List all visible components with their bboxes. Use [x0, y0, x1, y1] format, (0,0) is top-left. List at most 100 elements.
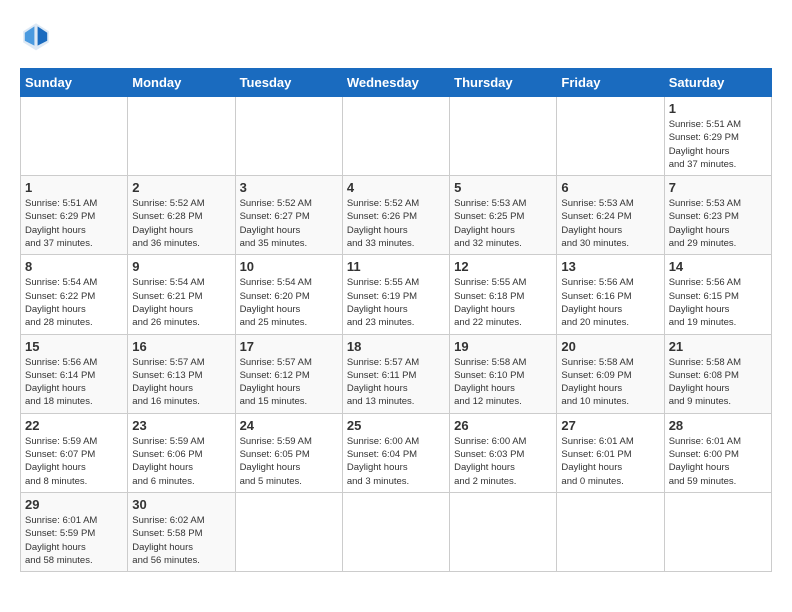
day-number: 22 [25, 418, 123, 433]
calendar-cell [557, 492, 664, 571]
day-info: Sunrise: 5:52 AMSunset: 6:27 PMDaylight … [240, 197, 338, 250]
calendar-cell: 1Sunrise: 5:51 AMSunset: 6:29 PMDaylight… [664, 97, 771, 176]
calendar-week-1: 1Sunrise: 5:51 AMSunset: 6:29 PMDaylight… [21, 97, 772, 176]
calendar-cell: 21Sunrise: 5:58 AMSunset: 6:08 PMDayligh… [664, 334, 771, 413]
day-number: 26 [454, 418, 552, 433]
day-number: 4 [347, 180, 445, 195]
day-info: Sunrise: 5:59 AMSunset: 6:07 PMDaylight … [25, 435, 123, 488]
calendar-cell: 2 Sunrise: 5:52 AMSunset: 6:28 PMDaylight… [128, 176, 235, 255]
day-number: 6 [561, 180, 659, 195]
day-info: Sunrise: 5:58 AMSunset: 6:09 PMDaylight … [561, 356, 659, 409]
day-info: Sunrise: 5:54 AMSunset: 6:22 PMDaylight … [25, 276, 123, 329]
calendar-cell [342, 97, 449, 176]
day-number: 5 [454, 180, 552, 195]
day-info: Sunrise: 5:51 AMSunset: 6:29 PMDaylight … [25, 197, 123, 250]
day-info: Sunrise: 5:53 AMSunset: 6:23 PMDaylight … [669, 197, 767, 250]
day-info: Sunrise: 6:01 AMSunset: 6:00 PMDaylight … [669, 435, 767, 488]
calendar-cell: 19 Sunrise: 5:58 AMSunset: 6:10 PMDayligh… [450, 334, 557, 413]
day-number: 9 [132, 259, 230, 274]
calendar-cell: 1Sunrise: 5:51 AMSunset: 6:29 PMDaylight… [21, 176, 128, 255]
day-number: 29 [25, 497, 123, 512]
day-number: 12 [454, 259, 552, 274]
day-info: Sunrise: 5:55 AMSunset: 6:18 PMDaylight … [454, 276, 552, 329]
calendar-cell: 17Sunrise: 5:57 AMSunset: 6:12 PMDayligh… [235, 334, 342, 413]
day-number: 14 [669, 259, 767, 274]
calendar-cell: 25Sunrise: 6:00 AMSunset: 6:04 PMDayligh… [342, 413, 449, 492]
day-info: Sunrise: 5:51 AMSunset: 6:29 PMDaylight … [669, 118, 767, 171]
calendar-cell [21, 97, 128, 176]
calendar-cell: 12 Sunrise: 5:55 AMSunset: 6:18 PMDayligh… [450, 255, 557, 334]
calendar-cell: 8 Sunrise: 5:54 AMSunset: 6:22 PMDaylight… [21, 255, 128, 334]
calendar-cell: 22 Sunrise: 5:59 AMSunset: 6:07 PMDayligh… [21, 413, 128, 492]
day-info: Sunrise: 5:58 AMSunset: 6:08 PMDaylight … [669, 356, 767, 409]
day-info: Sunrise: 5:52 AMSunset: 6:26 PMDaylight … [347, 197, 445, 250]
calendar-cell: 24Sunrise: 5:59 AMSunset: 6:05 PMDayligh… [235, 413, 342, 492]
calendar-week-5: 22 Sunrise: 5:59 AMSunset: 6:07 PMDayligh… [21, 413, 772, 492]
calendar-week-3: 8 Sunrise: 5:54 AMSunset: 6:22 PMDaylight… [21, 255, 772, 334]
day-info: Sunrise: 6:01 AMSunset: 5:59 PMDaylight … [25, 514, 123, 567]
calendar-cell: 3Sunrise: 5:52 AMSunset: 6:27 PMDaylight… [235, 176, 342, 255]
day-number: 16 [132, 339, 230, 354]
calendar-cell: 30Sunrise: 6:02 AMSunset: 5:58 PMDayligh… [128, 492, 235, 571]
calendar-cell [450, 492, 557, 571]
day-info: Sunrise: 5:56 AMSunset: 6:15 PMDaylight … [669, 276, 767, 329]
col-header-friday: Friday [557, 69, 664, 97]
calendar-cell [128, 97, 235, 176]
col-header-wednesday: Wednesday [342, 69, 449, 97]
day-number: 10 [240, 259, 338, 274]
day-number: 8 [25, 259, 123, 274]
day-number: 25 [347, 418, 445, 433]
calendar-cell [342, 492, 449, 571]
calendar-cell [235, 492, 342, 571]
day-info: Sunrise: 5:53 AMSunset: 6:25 PMDaylight … [454, 197, 552, 250]
calendar-cell: 29 Sunrise: 6:01 AMSunset: 5:59 PMDayligh… [21, 492, 128, 571]
day-info: Sunrise: 5:56 AMSunset: 6:14 PMDaylight … [25, 356, 123, 409]
calendar-cell: 10 Sunrise: 5:54 AMSunset: 6:20 PMDayligh… [235, 255, 342, 334]
day-info: Sunrise: 6:02 AMSunset: 5:58 PMDaylight … [132, 514, 230, 567]
day-number: 11 [347, 259, 445, 274]
day-info: Sunrise: 6:00 AMSunset: 6:03 PMDaylight … [454, 435, 552, 488]
calendar-cell [450, 97, 557, 176]
calendar-cell: 15 Sunrise: 5:56 AMSunset: 6:14 PMDayligh… [21, 334, 128, 413]
calendar-cell: 27 Sunrise: 6:01 AMSunset: 6:01 PMDayligh… [557, 413, 664, 492]
day-info: Sunrise: 6:01 AMSunset: 6:01 PMDaylight … [561, 435, 659, 488]
day-info: Sunrise: 5:55 AMSunset: 6:19 PMDaylight … [347, 276, 445, 329]
calendar-cell [235, 97, 342, 176]
day-number: 19 [454, 339, 552, 354]
calendar-cell: 26 Sunrise: 6:00 AMSunset: 6:03 PMDayligh… [450, 413, 557, 492]
calendar-cell: 16 Sunrise: 5:57 AMSunset: 6:13 PMDayligh… [128, 334, 235, 413]
col-header-saturday: Saturday [664, 69, 771, 97]
calendar-cell: 23Sunrise: 5:59 AMSunset: 6:06 PMDayligh… [128, 413, 235, 492]
calendar-week-6: 29 Sunrise: 6:01 AMSunset: 5:59 PMDayligh… [21, 492, 772, 571]
day-number: 17 [240, 339, 338, 354]
calendar-cell: 6 Sunrise: 5:53 AMSunset: 6:24 PMDaylight… [557, 176, 664, 255]
day-info: Sunrise: 5:52 AMSunset: 6:28 PMDaylight … [132, 197, 230, 250]
calendar-cell: 5 Sunrise: 5:53 AMSunset: 6:25 PMDaylight… [450, 176, 557, 255]
logo-icon [20, 20, 52, 52]
day-number: 2 [132, 180, 230, 195]
day-number: 23 [132, 418, 230, 433]
calendar-cell: 4 Sunrise: 5:52 AMSunset: 6:26 PMDaylight… [342, 176, 449, 255]
day-info: Sunrise: 5:54 AMSunset: 6:21 PMDaylight … [132, 276, 230, 329]
day-info: Sunrise: 5:54 AMSunset: 6:20 PMDaylight … [240, 276, 338, 329]
calendar-cell [664, 492, 771, 571]
day-number: 27 [561, 418, 659, 433]
day-info: Sunrise: 5:56 AMSunset: 6:16 PMDaylight … [561, 276, 659, 329]
col-header-monday: Monday [128, 69, 235, 97]
day-info: Sunrise: 5:57 AMSunset: 6:13 PMDaylight … [132, 356, 230, 409]
day-info: Sunrise: 5:53 AMSunset: 6:24 PMDaylight … [561, 197, 659, 250]
logo [20, 20, 56, 52]
calendar-cell: 28Sunrise: 6:01 AMSunset: 6:00 PMDayligh… [664, 413, 771, 492]
calendar-cell: 13Sunrise: 5:56 AMSunset: 6:16 PMDayligh… [557, 255, 664, 334]
calendar-cell: 11 Sunrise: 5:55 AMSunset: 6:19 PMDayligh… [342, 255, 449, 334]
calendar-cell: 9 Sunrise: 5:54 AMSunset: 6:21 PMDaylight… [128, 255, 235, 334]
day-number: 7 [669, 180, 767, 195]
calendar-cell [557, 97, 664, 176]
day-number: 15 [25, 339, 123, 354]
col-header-tuesday: Tuesday [235, 69, 342, 97]
day-info: Sunrise: 5:58 AMSunset: 6:10 PMDaylight … [454, 356, 552, 409]
calendar-cell: 14 Sunrise: 5:56 AMSunset: 6:15 PMDayligh… [664, 255, 771, 334]
calendar-week-4: 15 Sunrise: 5:56 AMSunset: 6:14 PMDayligh… [21, 334, 772, 413]
calendar-week-2: 1Sunrise: 5:51 AMSunset: 6:29 PMDaylight… [21, 176, 772, 255]
day-info: Sunrise: 5:57 AMSunset: 6:11 PMDaylight … [347, 356, 445, 409]
